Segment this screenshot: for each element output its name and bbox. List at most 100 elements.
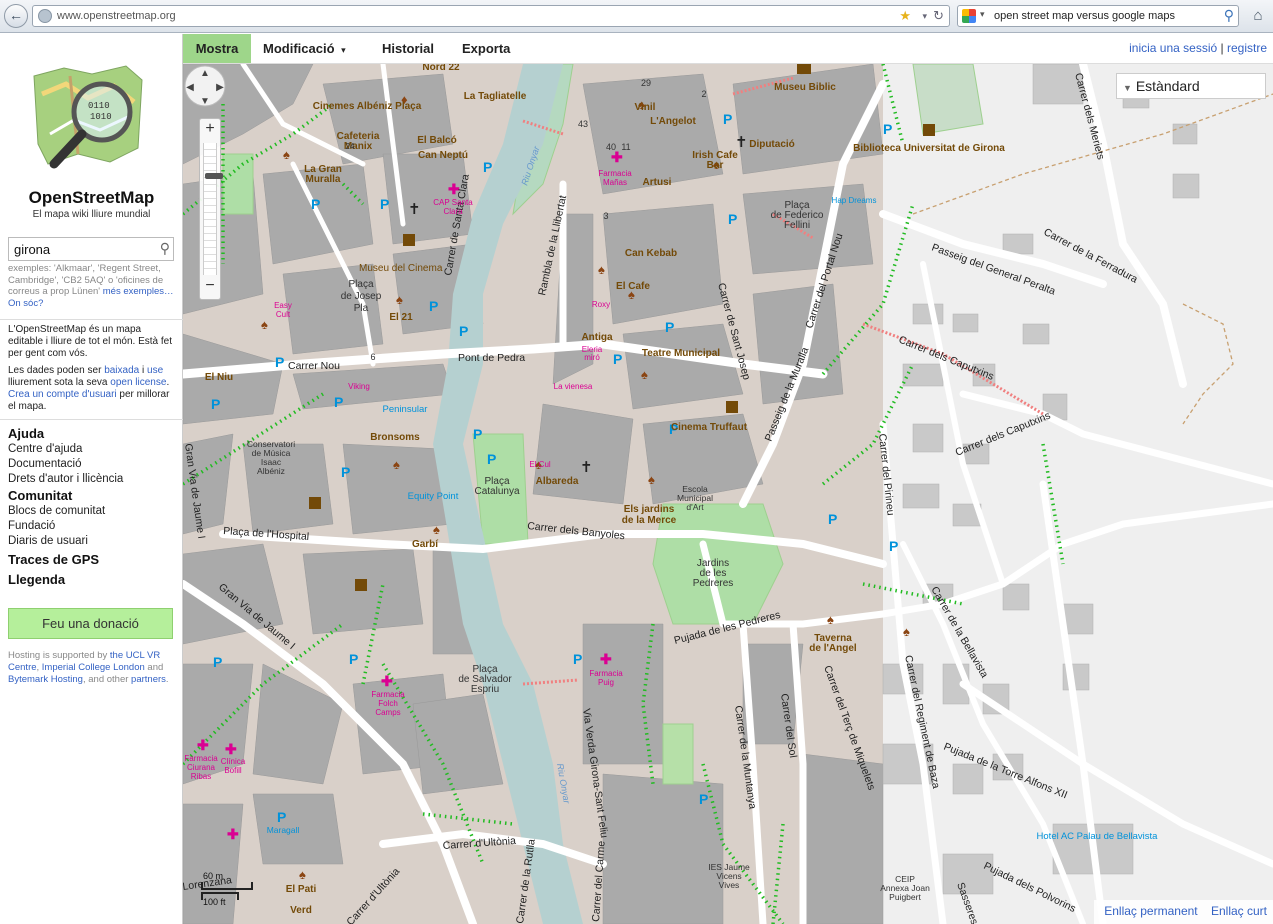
restaurant-icon[interactable]: ♠ [641, 367, 648, 382]
pan-down-icon[interactable]: ▼ [200, 96, 210, 107]
search-go-icon[interactable]: ⚲ [1224, 7, 1234, 24]
pan-right-icon[interactable]: ▶ [216, 82, 224, 93]
menu-diaries[interactable]: Diaris de usuari [8, 535, 176, 550]
donate-button[interactable]: Feu una donació [8, 608, 173, 639]
label-de-l-angel[interactable]: de l'Angel [809, 643, 857, 654]
parking-icon[interactable]: P [275, 354, 284, 370]
back-button-icon[interactable]: ← [4, 4, 28, 28]
label-diputacio[interactable]: Diputació [749, 139, 795, 150]
parking-icon[interactable]: P [613, 351, 622, 367]
search-icon[interactable]: ⚲ [160, 240, 170, 257]
open-license-link[interactable]: open license [110, 377, 166, 388]
parking-icon[interactable]: P [723, 111, 732, 127]
browser-search-bar[interactable]: ▾ open street map versus google maps ⚲ [957, 5, 1239, 27]
parking-icon[interactable]: P [487, 451, 496, 467]
library-icon[interactable] [309, 497, 321, 509]
menu-help-centre[interactable]: Centre d'ajuda [8, 443, 176, 458]
label-el-pati[interactable]: El Pati [286, 884, 317, 895]
parking-icon[interactable]: P [665, 319, 674, 335]
search-input[interactable] [9, 238, 149, 260]
label-angelot[interactable]: L'Angelot [650, 116, 696, 127]
bytemark-link[interactable]: Bytemark Hosting [8, 674, 83, 685]
restaurant-icon[interactable]: ♠ [299, 867, 306, 882]
pan-up-icon[interactable]: ▲ [200, 68, 210, 79]
zoom-in-button[interactable]: + [200, 120, 220, 138]
parking-icon[interactable]: P [828, 511, 837, 527]
tab-export[interactable]: Exporta [462, 34, 510, 63]
label-museu-cinema[interactable]: Museu del Cinema [359, 263, 443, 274]
menu-documentation[interactable]: Documentació [8, 458, 176, 473]
menu-community[interactable]: Comunitat [8, 488, 176, 505]
museum-icon[interactable] [797, 64, 811, 74]
tab-history[interactable]: Historial [382, 34, 434, 63]
label-vinil[interactable]: Vinil [635, 102, 656, 113]
library-icon[interactable] [923, 124, 935, 136]
parking-icon[interactable]: P [334, 394, 343, 410]
pharmacy-icon[interactable]: ✚ [227, 826, 239, 842]
restaurant-icon[interactable]: ♠ [283, 147, 290, 162]
label-artusi[interactable]: Artusi [643, 177, 672, 188]
church-icon[interactable]: ✝ [580, 459, 593, 476]
restaurant-icon[interactable]: ♠ [396, 292, 403, 307]
label-verd[interactable]: Verd [290, 905, 312, 916]
tab-view[interactable]: Mostra [183, 34, 251, 63]
parking-icon[interactable]: P [728, 211, 737, 227]
parking-icon[interactable]: P [341, 464, 350, 480]
label-muralla[interactable]: Muralla [305, 174, 340, 185]
reload-icon[interactable]: ↻ [933, 8, 944, 24]
zoom-slider[interactable] [203, 143, 223, 275]
restaurant-icon[interactable]: ♠ [433, 522, 440, 537]
zoom-slider-handle[interactable] [205, 173, 223, 179]
menu-copyright[interactable]: Drets d'autor i llicència [8, 473, 176, 488]
parking-icon[interactable]: P [277, 809, 286, 825]
home-icon[interactable]: ⌂ [1247, 5, 1269, 27]
restaurant-icon[interactable]: ♠ [903, 624, 910, 639]
restaurant-icon[interactable]: ♠ [393, 457, 400, 472]
menu-legend[interactable]: Llegenda [8, 572, 176, 589]
label-bar[interactable]: Bar [707, 160, 724, 171]
zoom-control[interactable]: + − [199, 118, 223, 300]
label-garbi[interactable]: Garbí [412, 539, 439, 550]
parking-icon[interactable]: P [349, 651, 358, 667]
label-biblioteca[interactable]: Biblioteca Universitat de Girona [853, 143, 1005, 154]
parking-icon[interactable]: P [473, 426, 482, 442]
label-can-kebab[interactable]: Can Kebab [625, 248, 677, 259]
zoom-out-button[interactable]: − [200, 277, 220, 295]
label-bronsoms[interactable]: Bronsoms [370, 432, 420, 443]
label-balco[interactable]: El Balcó [417, 135, 456, 146]
restaurant-icon[interactable]: ♠ [261, 317, 268, 332]
label-cinemes[interactable]: Cinemes Albéniz Plaça [313, 101, 422, 112]
label-teatre[interactable]: Teatre Municipal [642, 348, 720, 359]
label-jardins-merce[interactable]: Els jardins [624, 504, 675, 515]
permalink-link[interactable]: Enllaç permanent [1104, 904, 1197, 918]
pan-left-icon[interactable]: ◀ [186, 82, 194, 93]
label-el-cafe[interactable]: El Cafe [616, 281, 650, 292]
parking-icon[interactable]: P [573, 651, 582, 667]
create-account-link[interactable]: Crea un compte d'usuari [8, 389, 117, 400]
google-engine-icon[interactable] [962, 9, 976, 23]
parking-icon[interactable]: P [311, 196, 320, 212]
more-examples-link[interactable]: més exemples… [103, 286, 174, 297]
pan-control[interactable]: ▲ ▼ ◀ ▶ [183, 64, 227, 108]
library-icon[interactable] [726, 401, 738, 413]
parking-icon[interactable]: P [883, 121, 892, 137]
bookmark-star-icon[interactable]: ★ [899, 8, 911, 24]
osm-logo-icon[interactable]: 0110 1010 [30, 64, 148, 182]
history-dropdown-icon[interactable]: ▾ [922, 11, 927, 22]
label-el-niu[interactable]: El Niu [205, 372, 233, 383]
church-icon[interactable]: ✝ [735, 134, 748, 151]
layer-switcher[interactable]: ▼ Estàndard [1116, 73, 1266, 99]
museum-icon[interactable] [355, 579, 367, 591]
menu-blogs[interactable]: Blocs de comunitat [8, 505, 176, 520]
parking-icon[interactable]: P [380, 196, 389, 212]
pharmacy-icon[interactable]: ✚ [225, 741, 237, 757]
map-viewport[interactable]: P P P P P P P P P P P P P P P P P P P P [183, 64, 1273, 924]
label-cinema-truffaut[interactable]: Cinema Truffaut [671, 422, 748, 433]
label-el-21[interactable]: El 21 [389, 312, 413, 323]
address-bar[interactable]: www.openstreetmap.org ★ ▾ ↻ [32, 5, 950, 27]
site-title[interactable]: OpenStreetMap [0, 188, 183, 208]
shortlink-link[interactable]: Enllaç curt [1211, 904, 1267, 918]
pharmacy-icon[interactable]: ✚ [600, 651, 612, 667]
church-icon[interactable]: ✝ [408, 201, 421, 218]
label-can-neptu[interactable]: Can Neptú [418, 150, 468, 161]
